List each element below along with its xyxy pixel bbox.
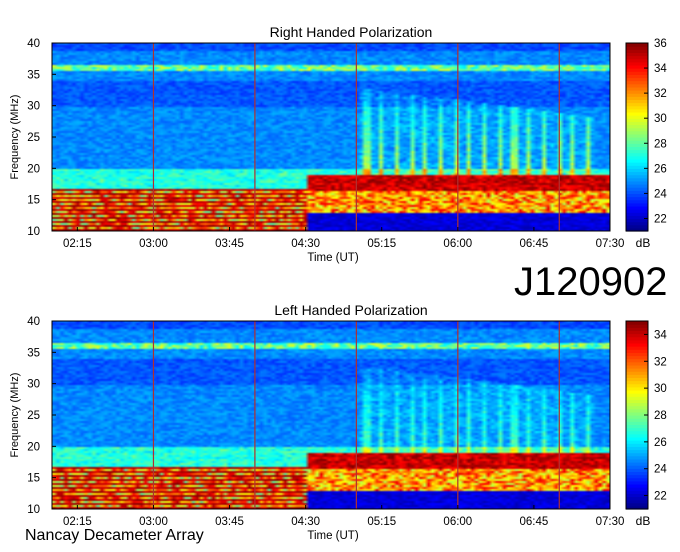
y-tick-label: 10	[27, 504, 40, 516]
right-polarization-panel: Right Handed Polarization 02:15 03:00 03:45…	[9, 24, 667, 264]
colorbar-tick-label: 34	[654, 329, 667, 341]
colorbar-tick-label: 32	[654, 88, 667, 100]
x-tick-label: 07:30	[596, 238, 625, 250]
colorbar-tick-label: 22	[654, 213, 667, 225]
colorbar-tick-label: 26	[654, 163, 667, 175]
panel-title: Right Handed Polarization	[270, 24, 433, 40]
colorbar-tick-label: 30	[654, 383, 667, 395]
colorbar-tick-label: 24	[654, 464, 667, 476]
colorbar-label: dB	[636, 514, 651, 528]
x-axis-label: Time (UT)	[307, 252, 358, 264]
y-tick-label: 35	[27, 69, 40, 81]
x-tick-label: 03:45	[215, 516, 244, 528]
colorbar-tick-label: 32	[654, 356, 667, 368]
y-tick-label: 10	[27, 226, 40, 238]
colorbar-tick-label: 30	[654, 113, 667, 125]
y-axis-label: Frequency (MHz)	[9, 95, 21, 180]
y-tick-label: 40	[27, 316, 40, 328]
y-tick-label: 20	[27, 163, 40, 175]
observation-id: J120902	[514, 260, 668, 304]
x-axis-label: Time (UT)	[307, 530, 358, 542]
y-axis-label: Frequency (MHz)	[9, 373, 21, 458]
colorbar-segment	[626, 321, 648, 325]
y-tick-label: 15	[27, 195, 40, 207]
colorbar-tick-label: 36	[654, 38, 667, 50]
colorbar-tick-label: 26	[654, 437, 667, 449]
left-polarization-panel: Left Handed Polarization02:15 03:00 03:45 0…	[9, 302, 667, 542]
y-tick-label: 35	[27, 347, 40, 359]
colorbar-segment	[626, 43, 648, 47]
y-tick-label: 20	[27, 441, 40, 453]
y-tick-label: 15	[27, 473, 40, 485]
x-tick-label: 06:00	[443, 238, 472, 250]
instrument-label: Nancay Decameter Array	[25, 527, 204, 544]
x-tick-label: 04:30	[291, 238, 320, 250]
colorbar-label: dB	[636, 236, 651, 250]
spectrogram-heatmap	[52, 321, 610, 509]
x-tick-label: 03:45	[215, 238, 244, 250]
x-tick-label: 05:15	[367, 516, 396, 528]
y-tick-label: 25	[27, 410, 40, 422]
x-tick-label: 05:15	[367, 238, 396, 250]
y-tick-label: 30	[27, 101, 40, 113]
y-tick-label: 25	[27, 132, 40, 144]
spectrogram-heatmap	[52, 43, 610, 231]
y-tick-label: 40	[27, 38, 40, 50]
colorbar-tick-label: 28	[654, 410, 667, 422]
x-tick-label: 07:30	[596, 516, 625, 528]
colorbar-tick-label: 24	[654, 188, 667, 200]
x-tick-label: 06:00	[443, 516, 472, 528]
colorbar-tick-label: 22	[654, 491, 667, 503]
x-tick-label: 04:30	[291, 516, 320, 528]
y-tick-label: 30	[27, 379, 40, 391]
x-tick-label: 06:45	[520, 238, 549, 250]
panel-title: Left Handed Polarization	[274, 302, 427, 318]
x-tick-label: 06:45	[520, 516, 549, 528]
x-tick-label: 02:15	[63, 238, 92, 250]
colorbar-tick-label: 34	[654, 63, 667, 75]
colorbar-tick-label: 28	[654, 138, 667, 150]
x-tick-label: 03:00	[139, 238, 168, 250]
